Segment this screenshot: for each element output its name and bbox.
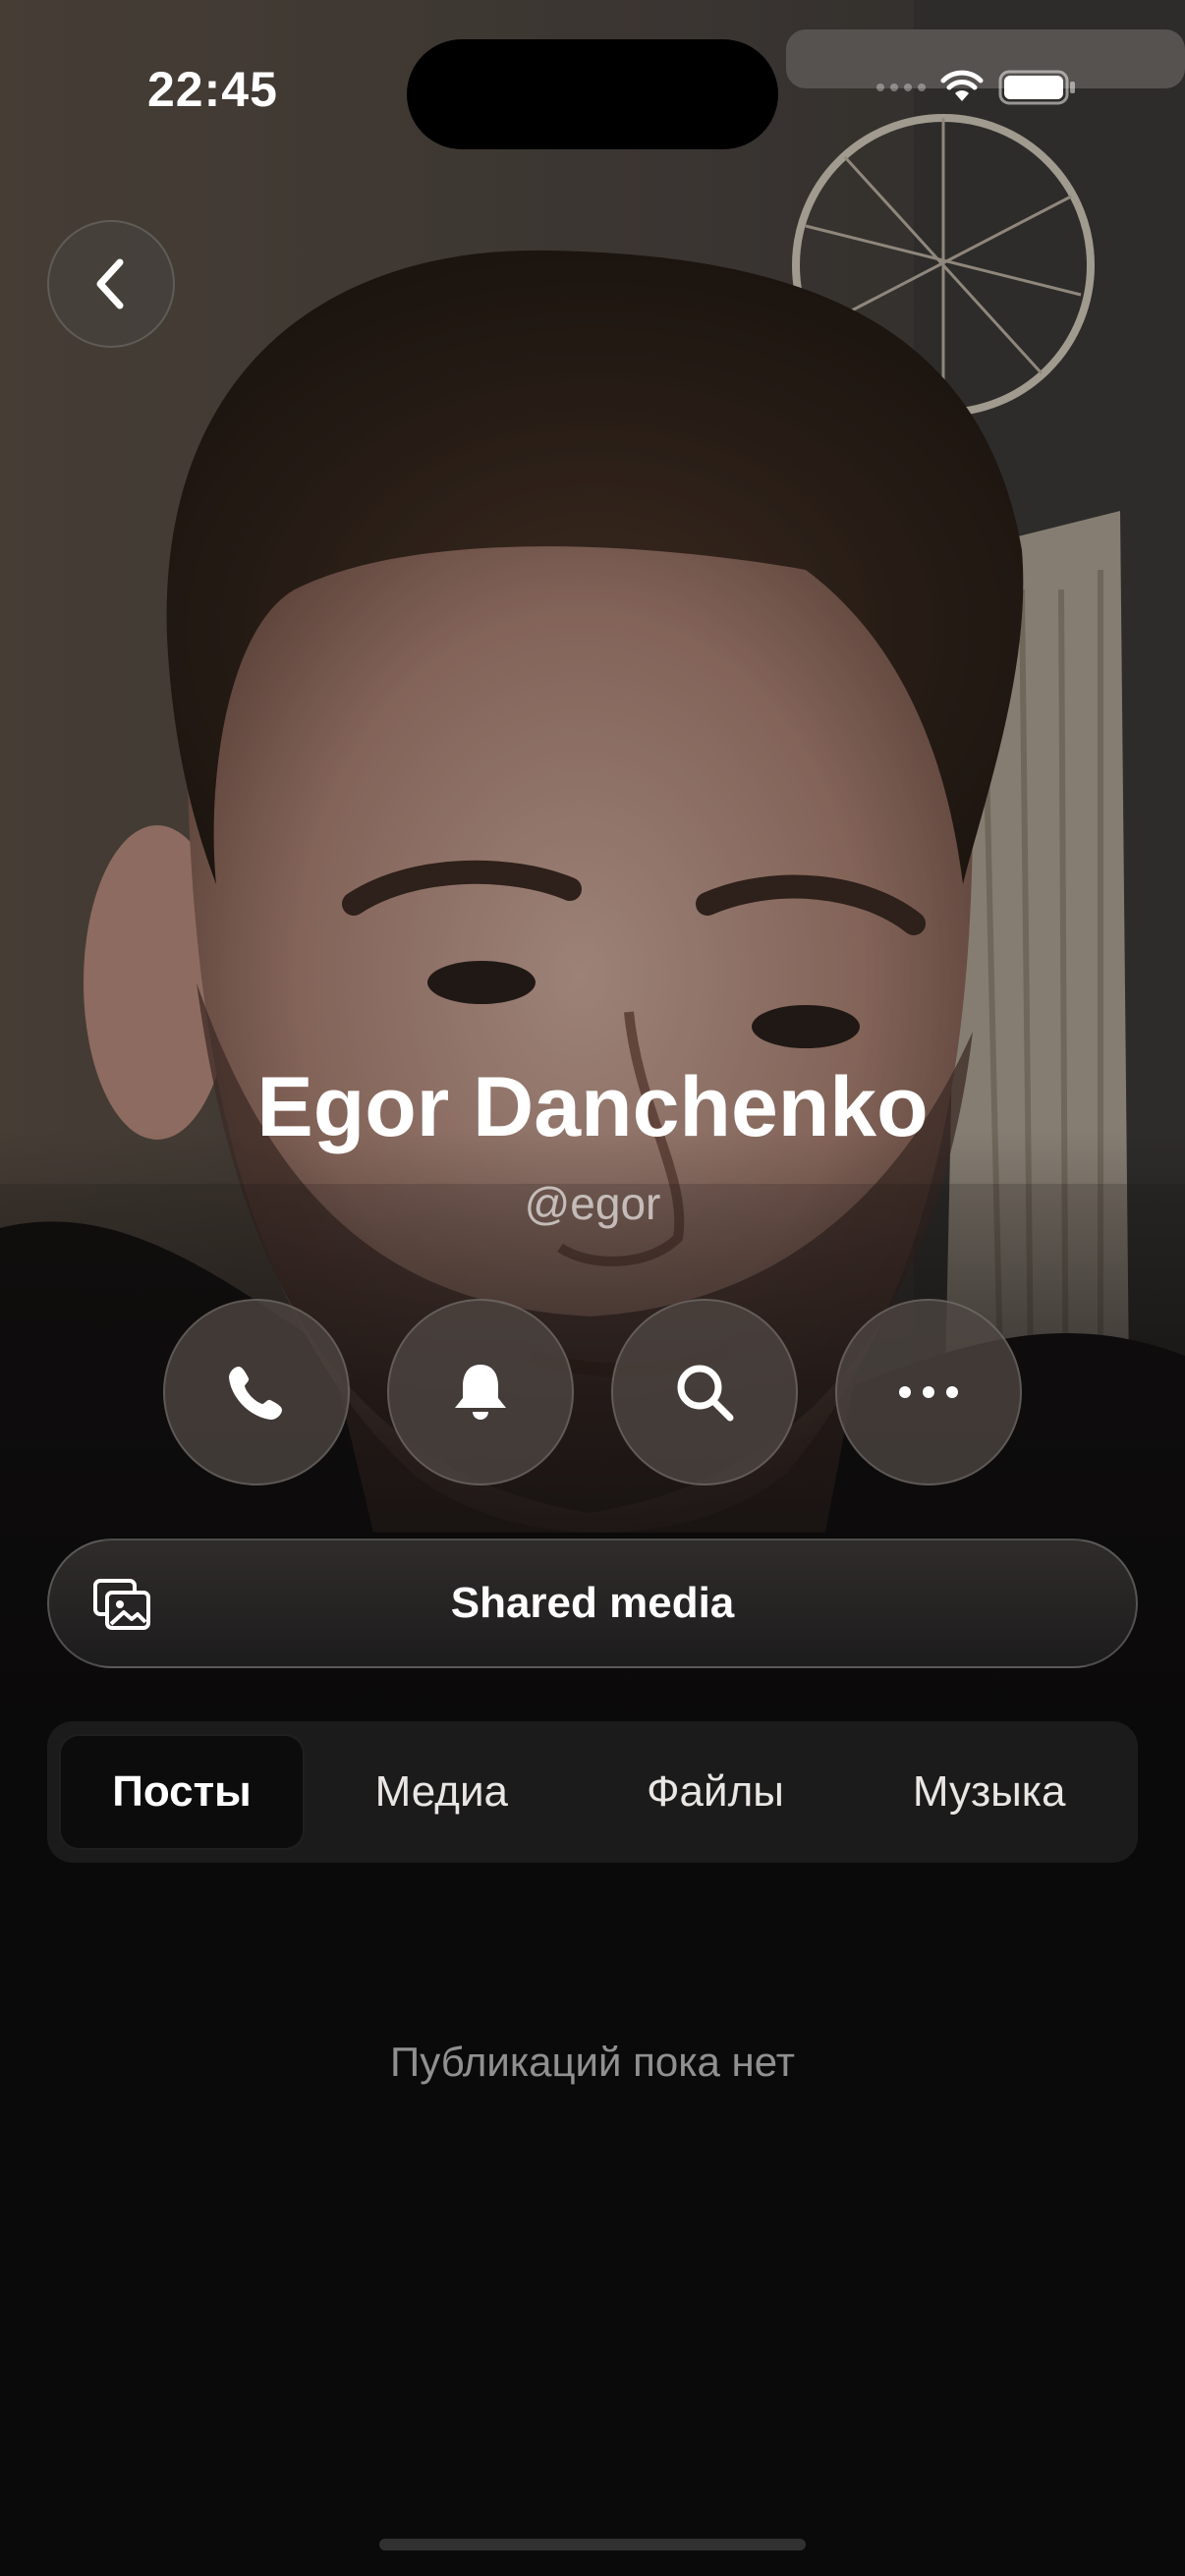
status-time: 22:45 (147, 62, 278, 117)
tab-files[interactable]: Файлы (579, 1734, 853, 1850)
status-icons (876, 69, 1077, 106)
home-indicator[interactable] (379, 2539, 806, 2550)
profile-name: Egor Danchenko (256, 1060, 929, 1154)
action-buttons (0, 1299, 1185, 1485)
wifi-icon (940, 70, 984, 101)
chevron-left-icon (96, 258, 124, 309)
tab-posts[interactable]: Посты (59, 1734, 305, 1850)
search-icon (677, 1365, 734, 1422)
bell-icon (455, 1365, 506, 1420)
call-button[interactable] (163, 1299, 350, 1485)
content-tabs: Посты Медиа Файлы Музыка (47, 1721, 1138, 1863)
tab-media[interactable]: Медиа (305, 1734, 579, 1850)
back-button[interactable] (47, 220, 175, 348)
tab-music[interactable]: Музыка (852, 1734, 1126, 1850)
profile-handle: @egor (524, 1178, 661, 1229)
notifications-button[interactable] (387, 1299, 574, 1485)
dynamic-island (407, 39, 778, 149)
more-button[interactable] (835, 1299, 1022, 1485)
more-icon (899, 1386, 958, 1398)
search-button[interactable] (611, 1299, 798, 1485)
shared-media-button[interactable]: Shared media (47, 1539, 1138, 1668)
phone-icon (229, 1367, 282, 1420)
profile-screen: 22:45 Egor Danchenko @egor Shared media … (0, 0, 1185, 2576)
battery-icon (998, 70, 1075, 105)
gallery-icon (93, 1579, 150, 1630)
empty-state-text: Публикаций пока нет (390, 2039, 795, 2085)
signal-icon (876, 84, 926, 91)
shared-media-label: Shared media (450, 1579, 735, 1627)
